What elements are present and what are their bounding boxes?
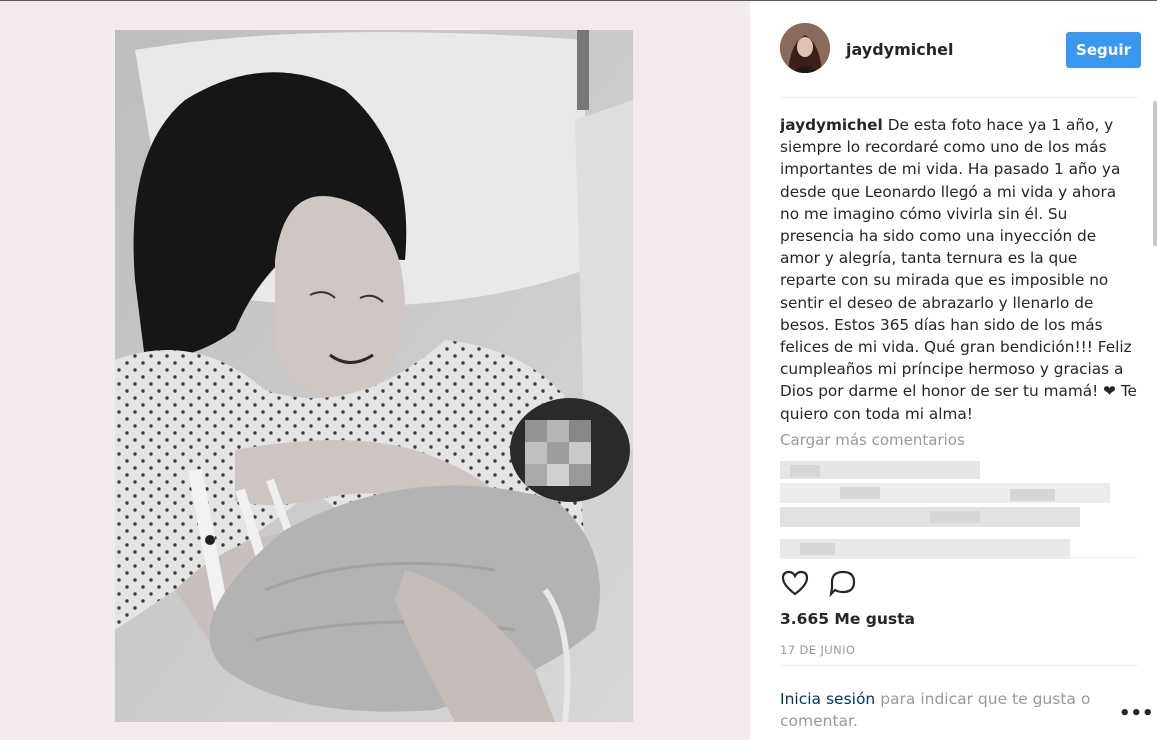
likes-count[interactable]: 3.665 Me gusta xyxy=(780,610,915,628)
header-username[interactable]: jaydymichel xyxy=(846,40,953,59)
photo-pane xyxy=(0,1,749,740)
heart-icon[interactable] xyxy=(780,568,812,600)
caption-line: De esta foto hace ya 1 año, y xyxy=(887,116,1114,134)
post-photo-image xyxy=(115,30,633,722)
caption-line: presencia ha sido como una inyección de xyxy=(780,227,1097,246)
action-bar xyxy=(780,568,900,604)
blurred-comments xyxy=(780,461,1138,561)
caption-line: felices de mi vida. Qué gran bendición!!… xyxy=(780,338,1093,357)
caption-line: amor y alegría, tanta ternura es la que xyxy=(780,249,1078,268)
load-more-comments[interactable]: Cargar más comentarios xyxy=(780,431,1138,449)
caption-line: no me imagino cómo vivirla sin él. Su xyxy=(780,204,1068,223)
comments-divider xyxy=(780,557,1138,558)
caption-line: besos. Estos 365 días han sido de los má… xyxy=(780,315,1103,334)
caption-username[interactable]: jaydymichel xyxy=(780,116,883,134)
avatar-image xyxy=(780,23,830,73)
login-link[interactable]: Inicia sesión xyxy=(780,690,875,708)
footer-divider xyxy=(780,665,1138,666)
login-prompt: Inicia sesión para indicar que te gusta … xyxy=(780,688,1100,732)
post-photo[interactable] xyxy=(115,30,633,722)
post-date: 17 DE JUNIO xyxy=(780,643,856,657)
caption-line: importantes de mi vida. Ha pasado 1 año … xyxy=(780,160,1121,179)
post-header: jaydymichel Seguir xyxy=(780,23,1141,77)
caption-line: desde que Leonardo llegó a mi vida y aho… xyxy=(780,182,1117,201)
post-sidebar: jaydymichel Seguir jaydymichel De esta fo… xyxy=(749,1,1157,740)
comment-icon[interactable] xyxy=(828,568,860,600)
follow-button[interactable]: Seguir xyxy=(1066,32,1141,68)
blurred-comments-pixels xyxy=(780,461,1110,559)
caption-line: sentir el deseo de abrazarlo y llenarlo … xyxy=(780,293,1094,312)
caption: jaydymichel De esta foto hace ya 1 año, y… xyxy=(780,114,1138,425)
avatar[interactable] xyxy=(780,23,830,73)
more-options-icon[interactable]: ••• xyxy=(1119,705,1154,726)
caption-line: reparte con su mirada que es imposible n… xyxy=(780,271,1109,290)
caption-line: siempre lo recordaré como uno de los más xyxy=(780,138,1107,157)
scrollbar-thumb[interactable] xyxy=(1153,101,1157,246)
header-divider xyxy=(780,97,1138,98)
comments-scrollbar[interactable] xyxy=(1153,101,1157,561)
